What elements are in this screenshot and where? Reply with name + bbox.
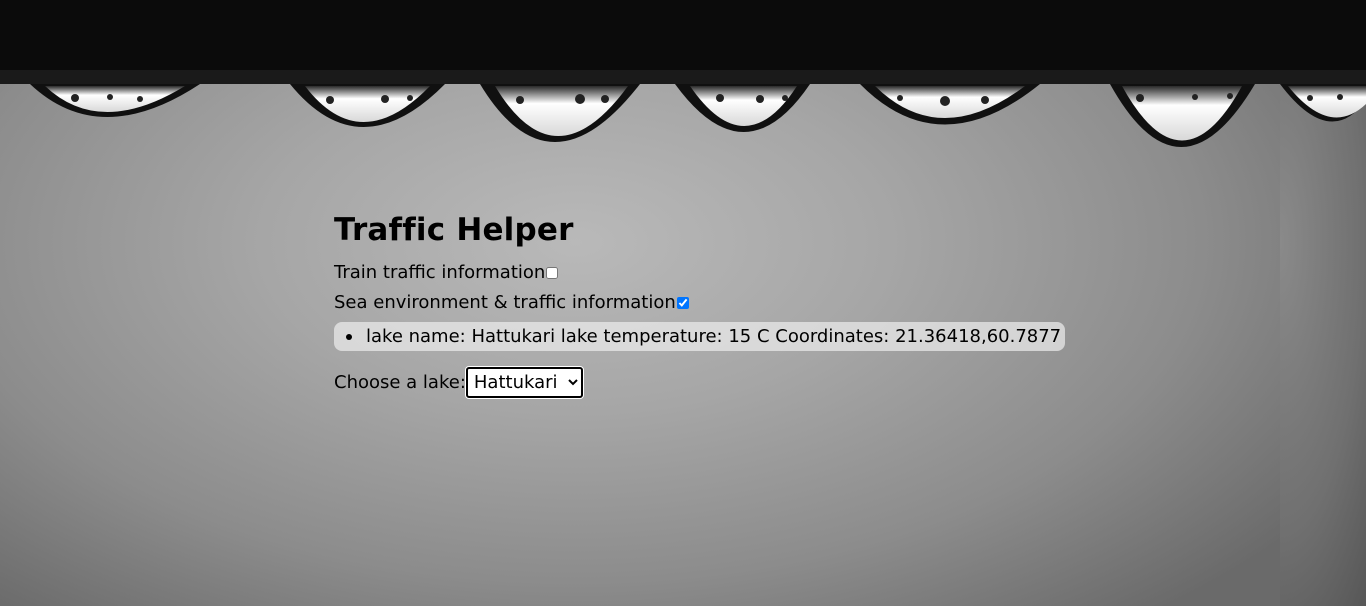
lake-info-list: lake name: Hattukari lake temperature: 1… xyxy=(334,322,1066,351)
list-item: lake name: Hattukari lake temperature: 1… xyxy=(344,325,1061,348)
lake-select[interactable]: Hattukari xyxy=(465,367,583,398)
train-option-label: Train traffic information xyxy=(334,262,546,283)
train-option-row: Train traffic information xyxy=(334,262,1065,292)
main-content: Traffic Helper Train traffic information… xyxy=(334,210,1066,398)
sea-option-label: Sea environment & traffic information xyxy=(334,292,676,313)
train-traffic-checkbox[interactable] xyxy=(546,267,559,279)
bullet-icon xyxy=(346,334,352,340)
lake-chooser-label: Choose a lake: xyxy=(334,372,466,393)
lake-info-text: lake name: Hattukari lake temperature: 1… xyxy=(366,326,1062,347)
lake-chooser: Choose a lake: Hattukari xyxy=(334,367,1065,398)
sea-option-row: Sea environment & traffic information xyxy=(334,292,1065,322)
page-title: Traffic Helper xyxy=(334,212,574,248)
sea-traffic-checkbox[interactable] xyxy=(676,297,689,309)
background-image-repeat xyxy=(1280,0,1366,606)
